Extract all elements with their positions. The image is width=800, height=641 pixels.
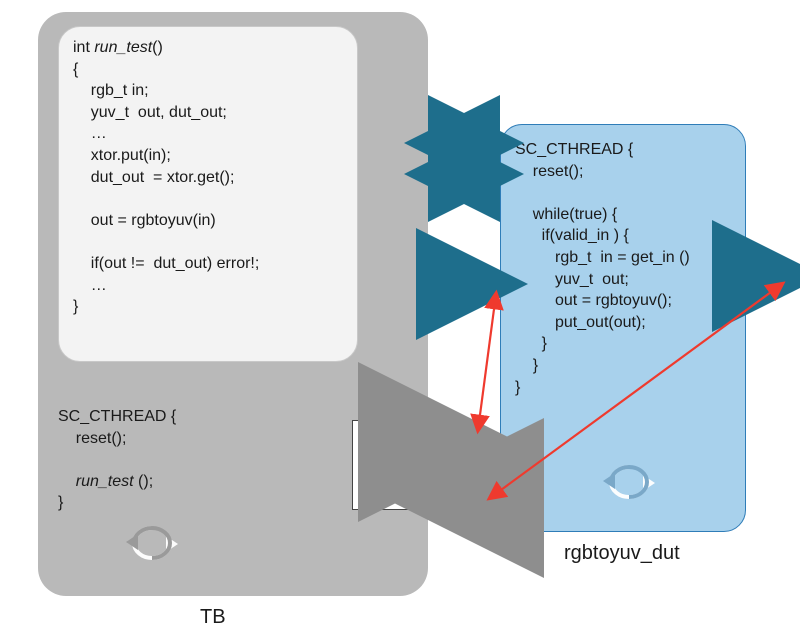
code-text: SC_CTHREAD { reset(); run_test (); } [58,406,176,514]
tb-label: TB [200,606,226,629]
dut-code: SC_CTHREAD { reset(); while(true) { if(v… [515,139,731,398]
code-text: int run_test() { rgb_t in; yuv_t out, du… [73,37,343,318]
clk-label: clk [462,132,483,152]
bits-label-in: bits [462,260,488,280]
xtor-box: Xtor [352,420,436,510]
fn-call: run_test [76,473,134,490]
diagram-stage: int run_test() { rgb_t in; yuv_t out, du… [0,0,800,641]
fn-name: run_test [94,39,152,56]
bits-label-xtor-out: bits [438,416,464,436]
bits-label-xtor-in: bits [438,476,464,496]
cycle-icon [122,522,182,572]
xtor-label: Xtor [373,452,415,479]
tb-run-test-code: int run_test() { rgb_t in; yuv_t out, du… [58,26,358,362]
rstn-label: rstn [462,163,490,183]
bits-label-out: bits [756,250,782,270]
cycle-icon [599,461,659,511]
dut-label: rgbtoyuv_dut [564,542,680,565]
red-link-left [478,294,496,430]
dut-block: SC_CTHREAD { reset(); while(true) { if(v… [500,124,746,532]
tb-sc-thread-code: SC_CTHREAD { reset(); run_test (); } [58,406,176,514]
